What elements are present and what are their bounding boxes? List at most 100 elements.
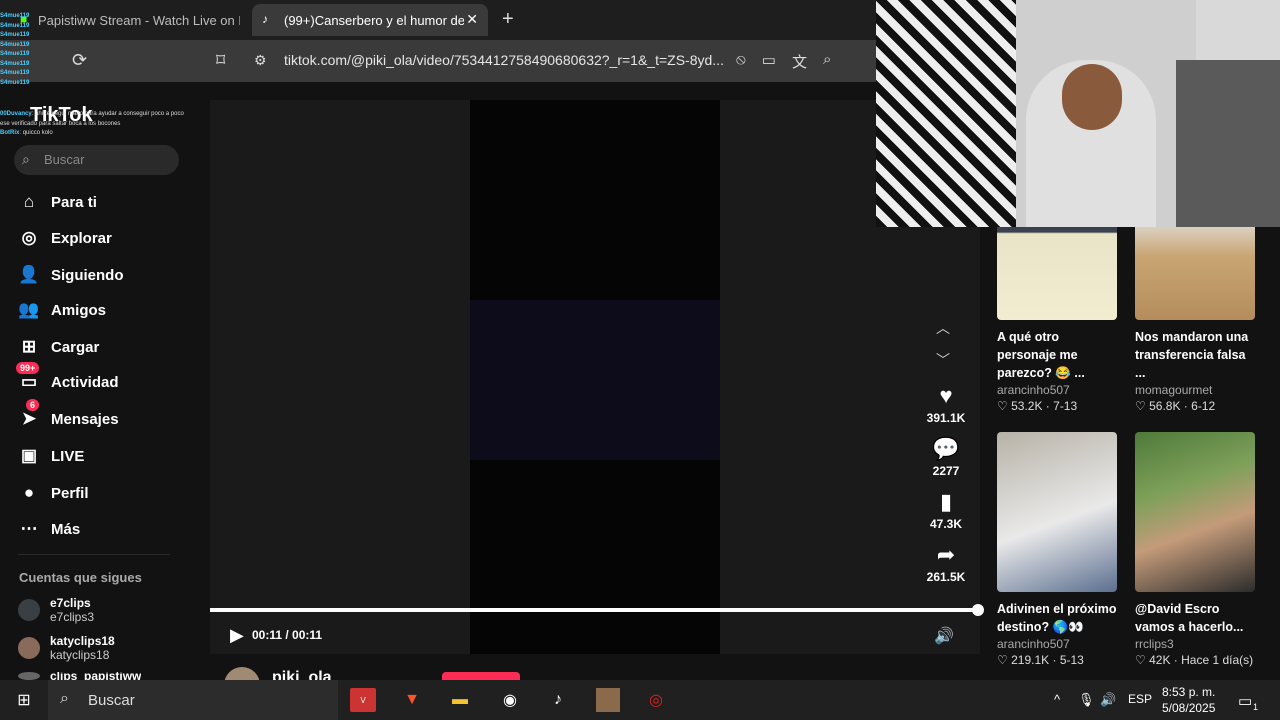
play-icon[interactable]: ▶: [230, 625, 244, 646]
heart-icon: ♡: [997, 653, 1008, 667]
voicemeeter-icon[interactable]: V: [350, 688, 376, 712]
app-icon[interactable]: [596, 688, 620, 712]
file-explorer-icon[interactable]: ▬: [448, 688, 472, 712]
url-field[interactable]: tiktok.com/@piki_ola/video/7534412758490…: [284, 52, 724, 68]
bookmark-icon: ▮: [939, 489, 953, 514]
recommended-video[interactable]: Adivinen el próximo destino? 🌎👀 arancinh…: [997, 432, 1119, 667]
stream-chat-overlay: S4mue119 S4mue119 S4mue119 S4mue119 S4mu…: [0, 12, 200, 139]
sidebar-item-actividad[interactable]: ▭ 99+ Actividad: [16, 362, 119, 392]
following-account[interactable]: e7clips e7clips3: [18, 596, 94, 624]
live-icon: ▣: [20, 446, 38, 465]
language-indicator[interactable]: ESP: [1128, 692, 1152, 706]
recommended-video[interactable]: @David Escro vamos a hacerlo... rrclips3…: [1135, 432, 1257, 667]
windows-taskbar: ⊞ ⌕ Buscar V ▼ ▬ ◉ ♪ ◎ ^ 🎙 🔊 ESP 8:53 p.…: [0, 680, 1280, 720]
avatar: [18, 637, 40, 659]
notifications-count: 1: [1253, 702, 1259, 712]
obs-icon[interactable]: ◉: [498, 688, 522, 712]
system-clock[interactable]: 8:53 p. m. 5/08/2025: [1162, 684, 1215, 716]
chat-message: 00Duvancy: ahí te seguí mano para ayudar…: [0, 111, 184, 127]
taskbar-search[interactable]: ⌕ Buscar: [48, 680, 338, 720]
search-icon: ⌕: [22, 151, 30, 167]
sidebar-item-siguiendo[interactable]: 👤 Siguiendo: [18, 265, 123, 285]
search-icon: ⌕: [60, 690, 69, 707]
microphone-icon[interactable]: 🎙: [1078, 692, 1095, 708]
windows-start-icon[interactable]: ⊞: [12, 688, 36, 712]
messages-badge: 6: [26, 399, 40, 411]
video-thumbnail[interactable]: [1135, 432, 1255, 592]
tiktok-app-icon[interactable]: ♪: [546, 688, 570, 712]
chat-message: S4mue119: [0, 70, 30, 76]
sidebar-item-explorar[interactable]: ◎ Explorar: [18, 228, 112, 248]
sidebar-item-para-ti[interactable]: ⌂ Para ti: [18, 192, 97, 212]
tiktok-favicon-icon: ♪: [262, 12, 268, 26]
following-icon: 👤: [18, 265, 40, 284]
sidebar-item-amigos[interactable]: 👥 Amigos: [18, 300, 106, 320]
tab-tiktok[interactable]: ♪ (99+)Canserbero y el humor de ✕: [252, 4, 488, 36]
activity-icon: ▭ 99+: [16, 362, 40, 392]
sidebar-item-mas[interactable]: ⋯ Más: [18, 519, 81, 539]
comment-icon: 💬: [932, 436, 960, 461]
friends-icon: 👥: [18, 300, 40, 319]
author-name[interactable]: piki_ola: [272, 669, 332, 680]
heart-icon: ♥: [939, 383, 953, 408]
share-icon: ➦: [936, 542, 956, 567]
following-account[interactable]: clips_papistiww: [18, 672, 141, 680]
brave-browser-icon[interactable]: ▼: [400, 688, 424, 712]
compass-icon: ◎: [21, 228, 37, 247]
follow-button[interactable]: [442, 672, 520, 680]
tab-title: (99+)Canserbero y el humor de: [284, 12, 464, 28]
chat-message: S4mue119: [0, 79, 30, 86]
activity-badge: 99+: [16, 362, 40, 374]
heart-icon: ♡: [1135, 653, 1146, 667]
speaker-icon[interactable]: 🔊: [1100, 692, 1116, 708]
volume-icon[interactable]: 🔊: [934, 626, 954, 646]
following-heading: Cuentas que sigues: [19, 570, 142, 585]
share-button[interactable]: ➦ 261.5K: [922, 542, 970, 584]
cast-icon[interactable]: ▭: [762, 51, 776, 72]
chevron-up-icon[interactable]: ︿: [936, 318, 950, 338]
bookmark-button[interactable]: ▮ 47.3K: [922, 489, 970, 531]
progress-knob[interactable]: [972, 604, 984, 616]
chat-message: S4mue119: [0, 13, 30, 19]
bookmark-page-icon[interactable]: ⌑: [216, 50, 225, 71]
no-tracking-icon[interactable]: ⦸: [736, 51, 746, 72]
heart-icon: ♡: [997, 399, 1008, 413]
avatar: [18, 599, 40, 621]
more-icon: ⋯: [20, 519, 38, 538]
following-account[interactable]: katyclips18 katyclips18: [18, 634, 115, 662]
comment-button[interactable]: 💬 2277: [922, 436, 970, 478]
chat-message: S4mue119: [0, 51, 30, 57]
zoom-icon[interactable]: ⌕: [823, 51, 831, 72]
upload-icon: ⊞: [21, 337, 37, 356]
sidebar-item-cargar[interactable]: ⊞ Cargar: [18, 337, 99, 357]
close-tab-icon[interactable]: ✕: [466, 11, 478, 28]
chat-message: S4mue119: [0, 60, 30, 67]
messages-icon: ➤ 6: [18, 399, 40, 429]
site-info-icon[interactable]: ⚙: [254, 52, 267, 69]
webcam-overlay: [876, 0, 1280, 227]
sidebar-item-mensajes[interactable]: ➤ 6 Mensajes: [18, 399, 119, 429]
divider: [18, 554, 170, 555]
video-thumbnail[interactable]: [997, 432, 1117, 592]
sidebar-item-perfil[interactable]: ● Perfil: [18, 483, 89, 503]
chat-message: BotRix: quicco kolo: [0, 130, 53, 136]
sidebar: TikTok ⌕ Buscar ⌂ Para ti ◎ Explorar 👤 Sigu…: [0, 82, 210, 680]
new-tab-icon[interactable]: +: [502, 8, 514, 31]
progress-bar[interactable]: [210, 604, 984, 616]
profile-icon: ●: [23, 483, 35, 502]
search-input[interactable]: ⌕ Buscar: [14, 145, 179, 175]
chevron-up-icon[interactable]: ^: [1054, 692, 1060, 707]
video-frame[interactable]: [470, 100, 720, 654]
chat-message: S4mue119: [0, 41, 30, 48]
notifications-icon[interactable]: ▭: [1238, 692, 1252, 710]
chat-message: S4mue119: [0, 32, 30, 38]
url-actions: ⦸ ▭ 文 ⌕: [736, 51, 831, 72]
app-icon[interactable]: ◎: [644, 688, 668, 712]
translate-icon[interactable]: 文: [792, 51, 807, 72]
avatar: [18, 672, 40, 680]
video-player[interactable]: ︿ ﹀ ♥ 391.1K 💬 2277 ▮ 47.3K ➦ 261.5K ▶ 0…: [210, 100, 984, 654]
sidebar-item-live[interactable]: ▣ LIVE: [18, 446, 84, 466]
playback-time: 00:11 / 00:11: [252, 628, 323, 642]
like-button[interactable]: ♥ 391.1K: [922, 383, 970, 425]
chevron-down-icon[interactable]: ﹀: [936, 350, 950, 370]
